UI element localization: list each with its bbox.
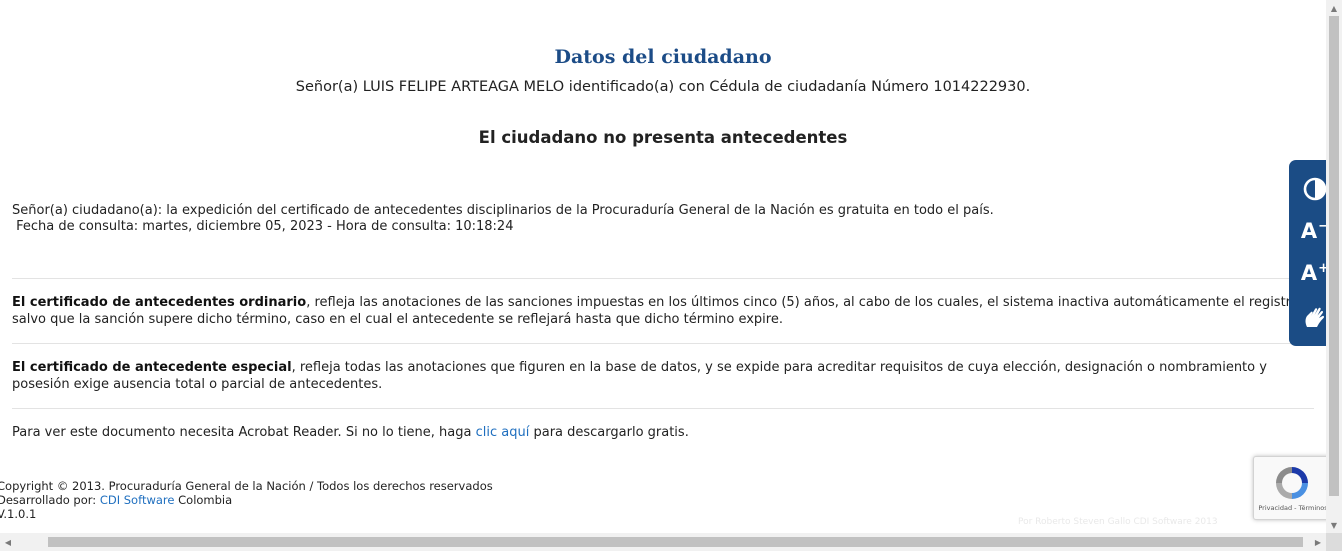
version-text: V.1.0.1 [0, 507, 37, 521]
scroll-up-icon[interactable]: ▲ [1326, 0, 1342, 16]
contrast-icon [1303, 177, 1327, 201]
special-certificate-info: El certificado de antecedente especial, … [12, 360, 1314, 393]
decrease-font-letter: A [1300, 219, 1318, 243]
acrobat-reader-info: Para ver este documento necesita Acrobat… [12, 425, 1314, 442]
hand-icon [1305, 307, 1325, 327]
horizontal-scroll-thumb[interactable] [48, 537, 1303, 547]
vertical-scrollbar[interactable]: ▲ ▼ [1326, 0, 1342, 533]
status-message: El ciudadano no presenta antecedentes [478, 128, 848, 147]
increase-font-icon: A+ [1301, 261, 1329, 285]
gratuity-notice: Señor(a) ciudadano(a): la expedición del… [12, 203, 994, 218]
special-certificate-heading: El certificado de antecedente especial [12, 360, 292, 375]
developer-link[interactable]: CDI Software [100, 493, 175, 507]
scrollbar-corner [1326, 533, 1342, 551]
reader-text-before: Para ver este documento necesita Acrobat… [12, 425, 476, 440]
ordinary-certificate-info: El certificado de antecedentes ordinario… [12, 295, 1314, 328]
recaptcha-badge[interactable]: Privacidad - Términos [1253, 456, 1333, 520]
download-reader-link[interactable]: clic aquí [476, 425, 530, 440]
divider [12, 408, 1314, 409]
horizontal-scrollbar[interactable]: ◀ ▶ [0, 533, 1326, 551]
recaptcha-terms[interactable]: Privacidad - Términos [1254, 504, 1332, 512]
decrease-font-icon: A− [1301, 219, 1329, 243]
footer: Copyright © 2013. Procuraduría General d… [0, 479, 493, 521]
recaptcha-icon [1276, 467, 1308, 499]
reader-text-after: para descargarlo gratis. [529, 425, 689, 440]
consultation-datetime: Fecha de consulta: martes, diciembre 05,… [12, 219, 514, 234]
citizen-identification: Señor(a) LUIS FELIPE ARTEAGA MELO identi… [295, 79, 1031, 95]
main-content: Datos del ciudadano Señor(a) LUIS FELIPE… [0, 0, 1326, 533]
faint-credit: Por Roberto Steven Gallo CDI Software 20… [1018, 517, 1218, 527]
increase-font-letter: A [1300, 261, 1318, 285]
ordinary-certificate-heading: El certificado de antecedentes ordinario [12, 295, 307, 310]
scroll-down-icon[interactable]: ▼ [1326, 517, 1342, 533]
divider [12, 343, 1314, 344]
copyright-text: Copyright © 2013. Procuraduría General d… [0, 479, 493, 493]
developer-credit: Desarrollado por: CDI Software Colombia [0, 493, 493, 507]
vertical-scroll-thumb[interactable] [1329, 16, 1339, 496]
consultation-notice: Señor(a) ciudadano(a): la expedición del… [12, 203, 1302, 235]
scroll-right-icon[interactable]: ▶ [1310, 533, 1326, 551]
divider [12, 278, 1314, 279]
developer-suffix: Colombia [174, 493, 233, 507]
scroll-left-icon[interactable]: ◀ [0, 533, 16, 551]
page-title: Datos del ciudadano [554, 46, 772, 68]
developer-prefix: Desarrollado por: [0, 493, 100, 507]
